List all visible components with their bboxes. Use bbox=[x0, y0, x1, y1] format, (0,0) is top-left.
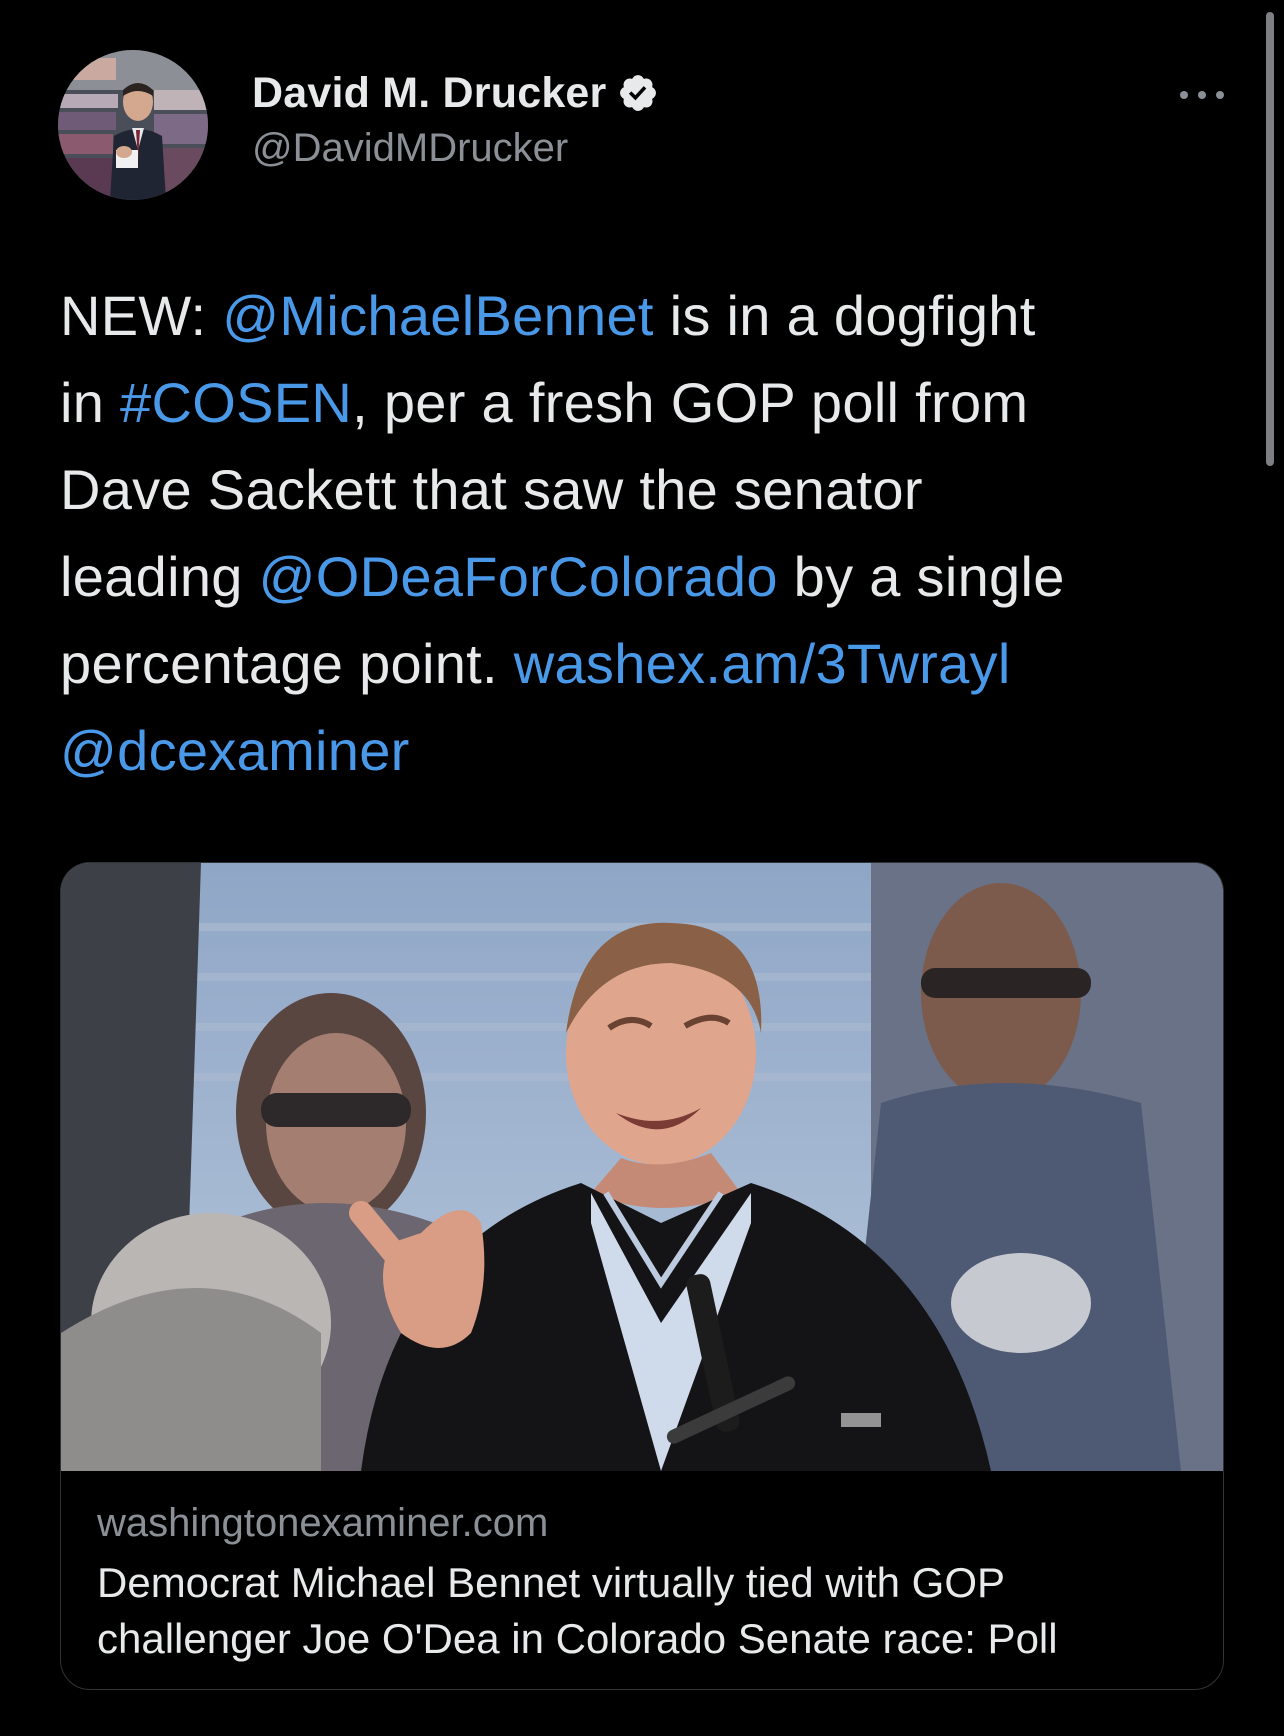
tweet-text-line: in #COSEN, per a fresh GOP poll from bbox=[60, 359, 1230, 446]
tweet-text-segment: , per a fresh GOP poll from bbox=[352, 371, 1029, 434]
link-card-domain: washingtonexaminer.com bbox=[97, 1501, 549, 1545]
verified-badge-icon bbox=[619, 75, 656, 111]
tweet-text-line: NEW: @MichaelBennet is in a dogfight bbox=[60, 272, 1230, 359]
avatar-photo-icon bbox=[58, 50, 208, 200]
tweet-text-segment: is in a dogfight bbox=[653, 284, 1036, 347]
tweet-text-segment: NEW: bbox=[60, 284, 223, 347]
mention-link[interactable]: @dcexaminer bbox=[60, 719, 410, 782]
link-card[interactable]: washingtonexaminer.com Democrat Michael … bbox=[60, 862, 1224, 1690]
tweet-text-line: percentage point. washex.am/3Twrayl bbox=[60, 620, 1230, 707]
tweet-text-segment: in bbox=[60, 371, 121, 434]
author-handle[interactable]: @DavidMDrucker bbox=[252, 126, 568, 171]
tweet-text-line: leading @ODeaForColorado by a single bbox=[60, 533, 1230, 620]
author-avatar[interactable] bbox=[58, 50, 208, 200]
tweet-text-line: @dcexaminer bbox=[60, 707, 1230, 794]
link-card-title-line: challenger Joe O'Dea in Colorado Senate … bbox=[97, 1615, 1058, 1662]
author-name-row[interactable]: David M. Drucker bbox=[252, 64, 659, 122]
tweet-text-segment: percentage point. bbox=[60, 632, 514, 695]
tweet-text: NEW: @MichaelBennet is in a dogfight in #… bbox=[60, 272, 1230, 794]
author-display-name[interactable]: David M. Drucker bbox=[252, 69, 607, 118]
tweet-text-segment: leading bbox=[60, 545, 259, 608]
tweet-header: David M. Drucker @DavidMDrucker bbox=[58, 50, 1224, 206]
tweet-text-line: Dave Sackett that saw the senator bbox=[60, 446, 1230, 533]
tweet-text-segment: Dave Sackett that saw the senator bbox=[60, 458, 923, 521]
scrollbar[interactable] bbox=[1266, 12, 1274, 466]
link-card-image[interactable] bbox=[61, 863, 1223, 1471]
mention-link[interactable]: @ODeaForColorado bbox=[259, 545, 778, 608]
hashtag-link[interactable]: #COSEN bbox=[120, 371, 352, 434]
article-photo-icon bbox=[61, 863, 1223, 1471]
link-card-title-line: Democrat Michael Bennet virtually tied w… bbox=[97, 1559, 1006, 1606]
url-link[interactable]: washex.am/3Twrayl bbox=[514, 632, 1011, 695]
mention-link[interactable]: @MichaelBennet bbox=[222, 284, 654, 347]
link-card-title[interactable]: Democrat Michael Bennet virtually tied w… bbox=[97, 1555, 1197, 1667]
tweet-text-segment: by a single bbox=[777, 545, 1065, 608]
more-options-icon[interactable] bbox=[1174, 80, 1230, 110]
